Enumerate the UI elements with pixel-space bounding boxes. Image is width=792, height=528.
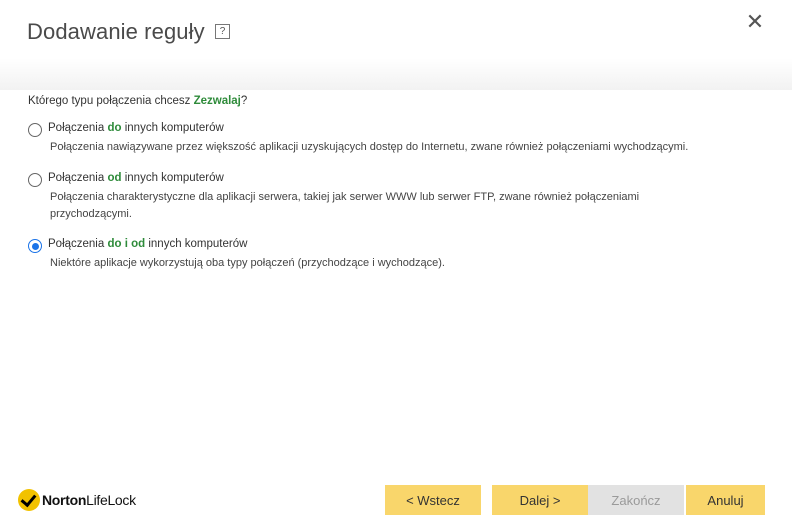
logo-text: NortonLifeLock [42,492,136,508]
finish-button: Zakończ [588,485,684,515]
option-outbound-label: Połączenia do innych komputerów [48,122,224,134]
option-outbound-description: Połączenia nawiązywane przez większość a… [50,141,689,153]
option-inbound[interactable]: Połączenia od innych komputerów Połączen… [28,172,768,223]
label-accent: do [107,122,122,134]
label-accent: od [107,172,122,184]
radio-both[interactable] [28,239,42,253]
logo-part2: LifeLock [86,492,136,508]
option-both-label: Połączenia do i od innych komputerów [48,238,247,250]
radio-inbound[interactable] [28,173,42,187]
close-icon[interactable]: ✕ [744,10,766,34]
norton-lifelock-logo: NortonLifeLock [18,486,136,514]
option-both[interactable]: Połączenia do i od innych komputerów Nie… [28,238,768,273]
radio-outbound[interactable] [28,123,42,137]
dialog-header: Dodawanie reguły ? ✕ [0,0,792,90]
next-button[interactable]: Dalej > [492,485,588,515]
logo-part1: Norton [42,492,87,508]
question-text: Którego typu połączenia chcesz Zezwalaj? [28,95,247,107]
option-inbound-description: Połączenia charakterystyczne dla aplikac… [50,191,640,220]
cancel-button[interactable]: Anuluj [686,485,765,515]
option-inbound-label: Połączenia od innych komputerów [48,172,224,184]
label-prefix: Połączenia [48,122,108,134]
question-accent: Zezwalaj [193,95,241,107]
label-prefix: Połączenia [48,238,108,250]
question-prefix: Którego typu połączenia chcesz [28,95,194,107]
option-outbound[interactable]: Połączenia do innych komputerów Połączen… [28,122,768,157]
checkmark-logo-icon [18,489,40,511]
label-accent: do i od [107,238,146,250]
option-both-description: Niektóre aplikacje wykorzystują oba typy… [50,257,445,269]
label-suffix: innych komputerów [121,122,224,134]
label-suffix: innych komputerów [121,172,224,184]
label-suffix: innych komputerów [145,238,248,250]
question-suffix: ? [240,95,248,107]
dialog-title: Dodawanie reguły [27,19,205,44]
label-prefix: Połączenia [48,172,108,184]
help-icon[interactable]: ? [215,24,230,39]
back-button[interactable]: < Wstecz [385,485,481,515]
